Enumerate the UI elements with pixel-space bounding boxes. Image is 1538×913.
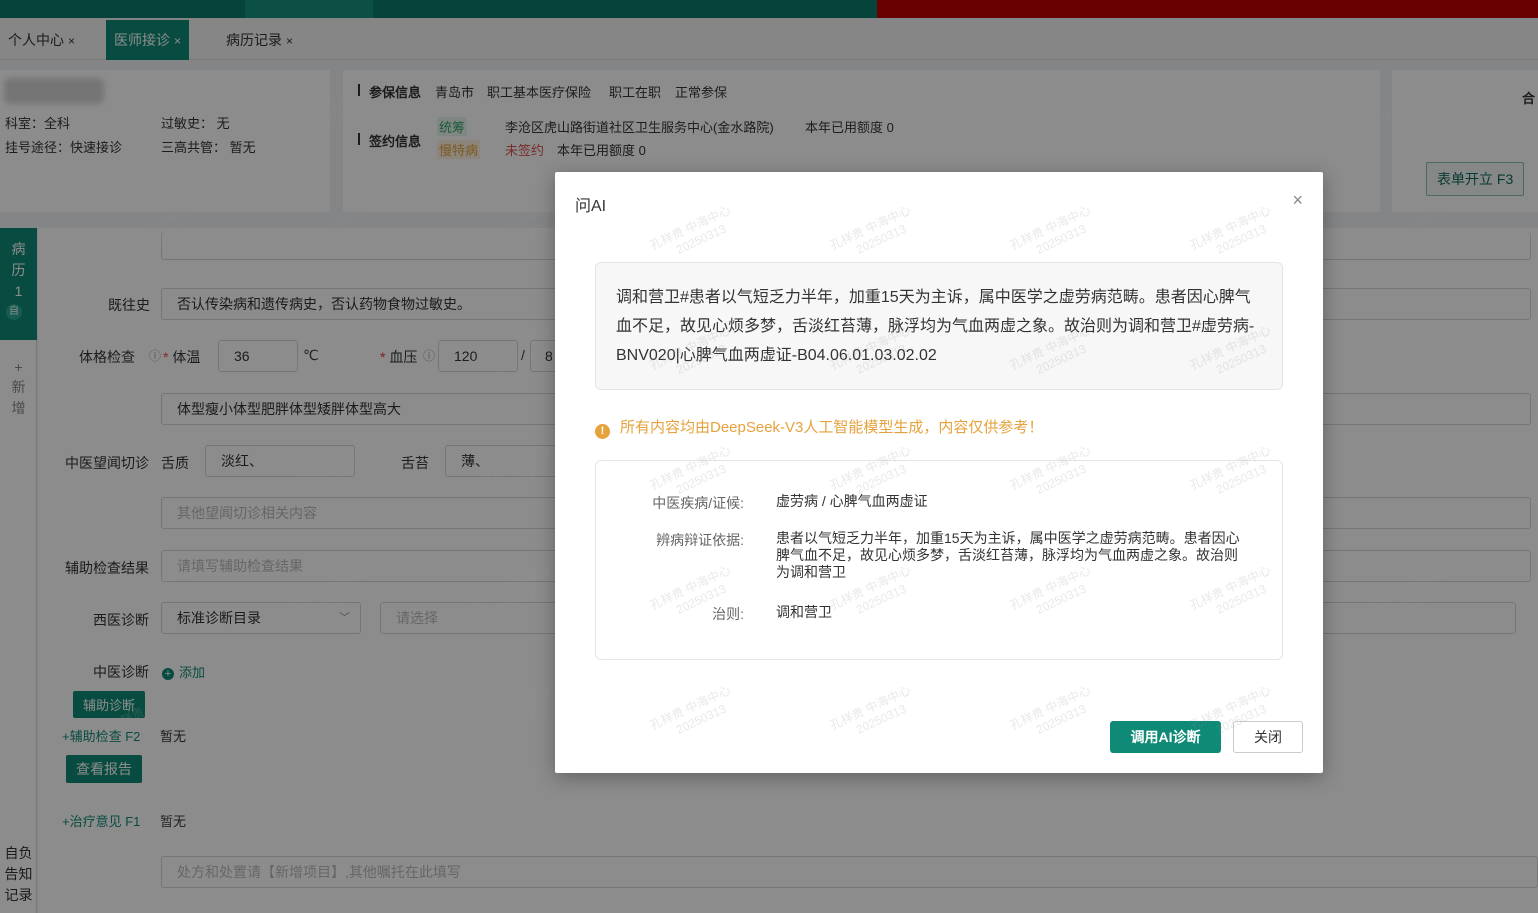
- modal-title: 问AI: [575, 198, 607, 215]
- ai-disclaimer: ! 所有内容均由DeepSeek-V3人工智能模型生成，内容仅供参考！: [595, 416, 1043, 439]
- ai-response-box: 调和营卫#患者以气短乏力半年，加重15天为主诉，属中医学之虚劳病范畴。患者因心脾…: [595, 262, 1283, 390]
- close-icon[interactable]: ×: [1292, 190, 1303, 211]
- ask-ai-modal: 问AI × 调和营卫#患者以气短乏力半年，加重15天为主诉，属中医学之虚劳病范畴…: [555, 172, 1323, 773]
- result-value-principle: 调和营卫: [776, 604, 832, 620]
- close-button[interactable]: 关闭: [1233, 721, 1303, 753]
- result-value-disease: 虚劳病 / 心脾气血两虚证: [776, 493, 928, 509]
- result-value-basis: 患者以气短乏力半年，加重15天为主诉，属中医学之虚劳病范畴。患者因心脾气血不足，…: [776, 530, 1240, 580]
- diagnosis-result-box: 中医疾病/证候: 虚劳病 / 心脾气血两虚证 辨病辩证依据: 患者以气短乏力半年…: [595, 460, 1283, 660]
- result-label-basis: 辨病辩证依据:: [656, 532, 744, 548]
- result-label-disease: 中医疾病/证候:: [652, 495, 744, 511]
- warning-icon: !: [595, 424, 610, 439]
- result-label-principle: 治则:: [712, 606, 744, 622]
- call-ai-diagnosis-button[interactable]: 调用AI诊断: [1110, 721, 1221, 753]
